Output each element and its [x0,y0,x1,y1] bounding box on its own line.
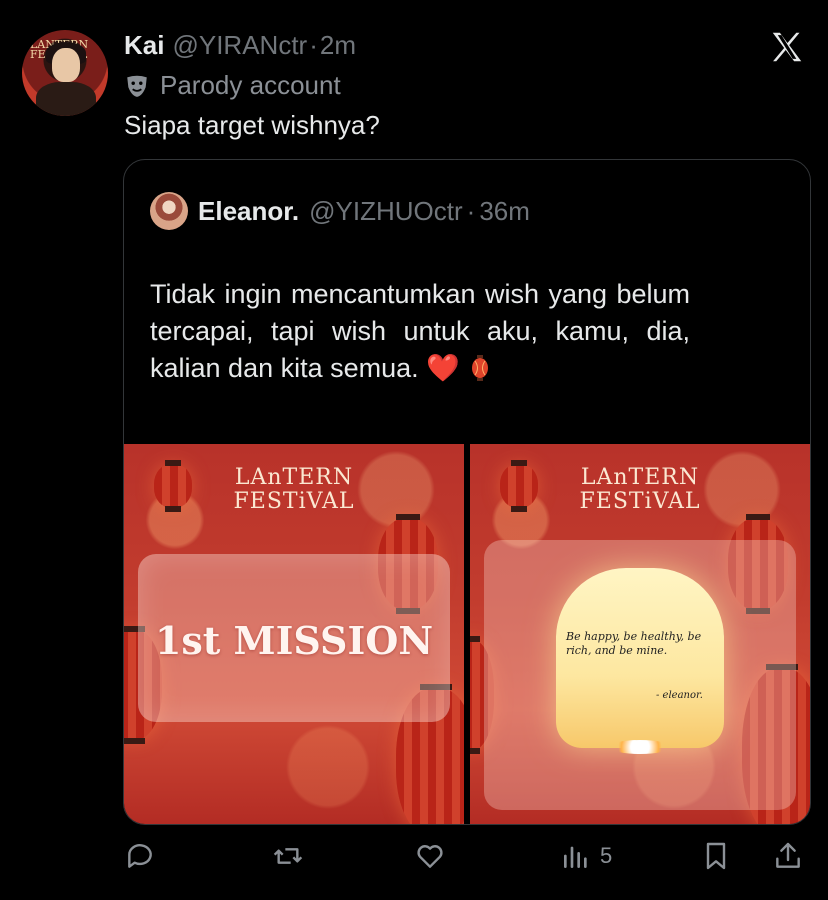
share-icon [776,842,800,868]
media-image-mission[interactable]: LAnTERN FESTiVAL 1st MISSION [124,444,464,824]
festival-title-line1: LAnTERN [234,465,354,490]
festival-title-line2: FESTiVAL [233,489,355,514]
wish-signature: - eleanor. [656,690,703,701]
views-icon [564,846,587,868]
reply-button[interactable] [124,836,156,876]
bookmark-icon [706,842,726,870]
avatar-face [52,48,80,82]
festival-title-line1: LAnTERN [580,465,700,490]
parody-label: Parody account [160,70,341,100]
parody-badge: Parody account [124,70,341,101]
theater-mask-icon [127,75,147,97]
action-bar: 5 [0,836,828,880]
tweet-text: Siapa target wishnya? [124,110,380,140]
festival-title-line2: FESTiVAL [579,489,701,514]
quoted-timestamp[interactable]: 36m [479,196,530,227]
timestamp[interactable]: 2m [320,30,356,61]
tweet-header: Kai @YIRANctr · 2m [124,30,356,60]
quoted-text-body: Tidak ingin mencantumkan wish yang belum… [150,279,690,383]
festival-title: LAnTERN FESTiVAL [124,466,464,514]
quoted-author-avatar[interactable] [150,192,188,230]
quoted-tweet[interactable]: Eleanor. @YIZHUOctr · 36m Tidak ingin me… [123,159,811,825]
author-name[interactable]: Kai [124,30,164,61]
author-avatar[interactable]: LANTERN FESTIVAL [22,30,108,116]
x-logo-icon[interactable] [768,28,806,66]
mission-title: 1st MISSION [154,618,434,663]
separator: · [309,30,318,60]
like-icon [417,845,443,868]
bookmark-button[interactable] [700,836,732,876]
quoted-tweet-text: Tidak ingin mencantumkan wish yang belum… [150,276,690,387]
quoted-separator: · [466,195,476,226]
reply-icon [128,844,152,868]
wish-text: Be happy, be healthy, be rich, and be mi… [566,630,702,657]
lantern-emoji-icon [472,355,489,381]
sky-lantern-flame [610,740,670,754]
retweet-icon [273,848,303,864]
media-image-wish[interactable]: LAnTERN FESTiVAL Be happy, be healthy, b… [470,444,810,824]
share-button[interactable] [772,836,804,876]
quoted-tweet-header: Eleanor. @YIZHUOctr · 36m [150,192,530,230]
heart-emoji: ❤️ [426,353,460,383]
like-button[interactable] [414,836,446,876]
author-handle[interactable]: @YIRANctr [172,30,307,61]
quoted-author-name[interactable]: Eleanor. [198,196,299,227]
sky-lantern [556,568,724,748]
views-button[interactable]: 5 [560,836,612,876]
retweet-button[interactable] [272,836,304,876]
views-count: 5 [600,843,613,868]
avatar-body [36,82,96,116]
quoted-author-handle[interactable]: @YIZHUOctr [309,196,463,227]
tweet: LANTERN FESTIVAL Kai @YIRANctr · 2m Paro… [0,0,828,900]
quoted-media[interactable]: LAnTERN FESTiVAL 1st MISSION LAnTERN FES… [124,444,810,824]
festival-title: LAnTERN FESTiVAL [470,466,810,514]
